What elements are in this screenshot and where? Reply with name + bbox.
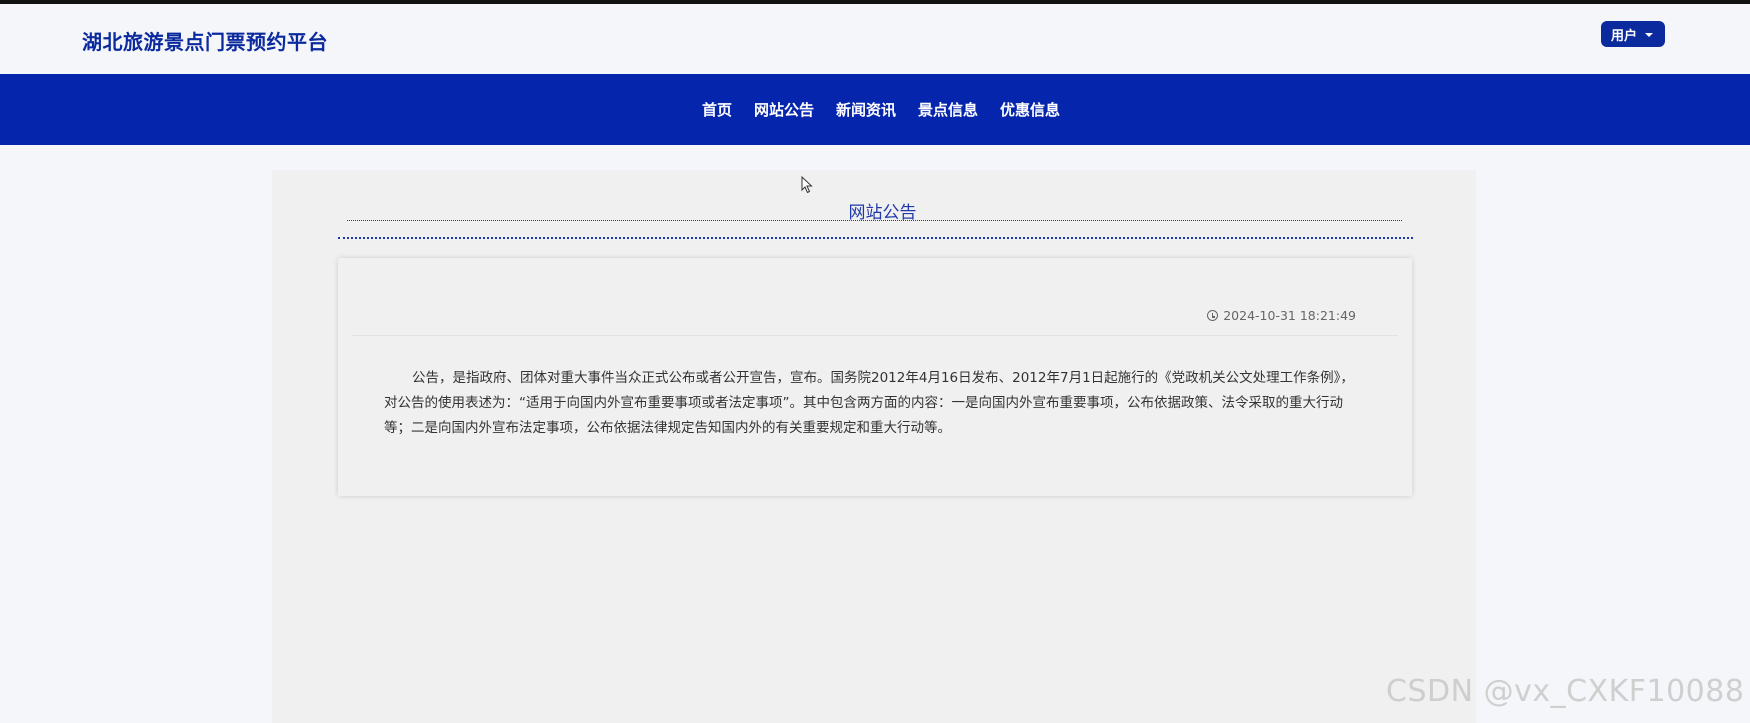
watermark-text: CSDN @vx_CXKF10088 [1386,674,1745,709]
mouse-cursor-icon [801,176,813,194]
site-title[interactable]: 湖北旅游景点门票预约平台 [82,26,328,55]
nav-item-news[interactable]: 新闻资讯 [836,99,896,120]
notice-timestamp-row: 2024-10-31 18:21:49 [1207,308,1356,323]
nav-item-attractions[interactable]: 景点信息 [918,99,978,120]
card-divider [352,335,1398,336]
nav-item-home[interactable]: 首页 [702,99,732,120]
nav-items: 首页 网站公告 新闻资讯 景点信息 优惠信息 [0,74,1750,145]
main-navbar: 首页 网站公告 新闻资讯 景点信息 优惠信息 [0,74,1750,145]
notice-card: 2024-10-31 18:21:49 公告，是指政府、团体对重大事件当众正式公… [338,258,1412,496]
notice-timestamp: 2024-10-31 18:21:49 [1223,308,1356,323]
notice-content: 公告，是指政府、团体对重大事件当众正式公布或者公开宣告，宣布。国务院2012年4… [384,370,1354,436]
clock-icon [1207,310,1219,321]
title-underline-inner [347,220,1402,221]
title-underline-outer [338,237,1413,239]
user-menu-button[interactable]: 用户 [1601,21,1666,47]
nav-item-announcements[interactable]: 网站公告 [754,99,814,120]
nav-item-promotions[interactable]: 优惠信息 [1000,99,1060,120]
caret-down-icon [1645,33,1654,37]
content-panel: 网站公告 2024-10-31 18:21:49 公告，是指政府、团体对重大事件… [272,170,1476,723]
site-header: 湖北旅游景点门票预约平台 用户 [0,4,1750,74]
user-menu-label: 用户 [1611,28,1638,44]
